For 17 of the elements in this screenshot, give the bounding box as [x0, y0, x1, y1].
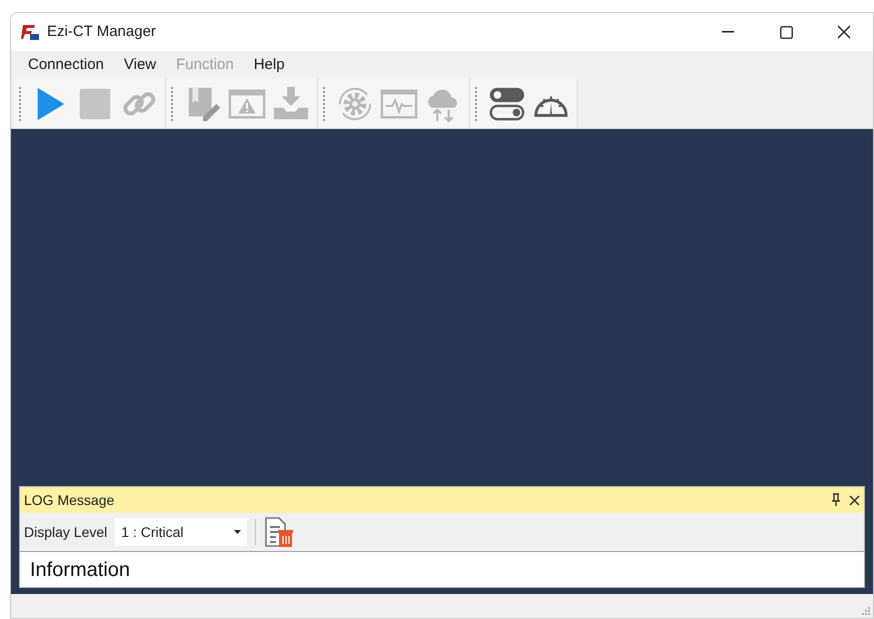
- close-icon: [837, 25, 851, 39]
- pin-icon[interactable]: [831, 493, 841, 507]
- dropdown-caret-icon: [234, 530, 242, 534]
- menu-item[interactable]: View: [114, 53, 166, 77]
- display-level-label: Display Level: [24, 522, 108, 542]
- minimize-icon: [722, 31, 734, 33]
- menu-item[interactable]: Help: [244, 53, 294, 77]
- close-icon[interactable]: [849, 494, 860, 506]
- display-level-dropdown[interactable]: 1 : Critical: [115, 518, 248, 546]
- log-message: Information: [30, 558, 130, 582]
- resize-grip-icon[interactable]: [862, 607, 870, 615]
- clear-log-icon[interactable]: [264, 516, 294, 548]
- panel-title: LOG Message: [24, 490, 114, 510]
- app-logo-icon: [21, 24, 39, 40]
- window-title: Ezi-CT Manager: [47, 22, 156, 42]
- menu-item[interactable]: Connection: [19, 53, 113, 77]
- maximize-icon: [780, 26, 792, 38]
